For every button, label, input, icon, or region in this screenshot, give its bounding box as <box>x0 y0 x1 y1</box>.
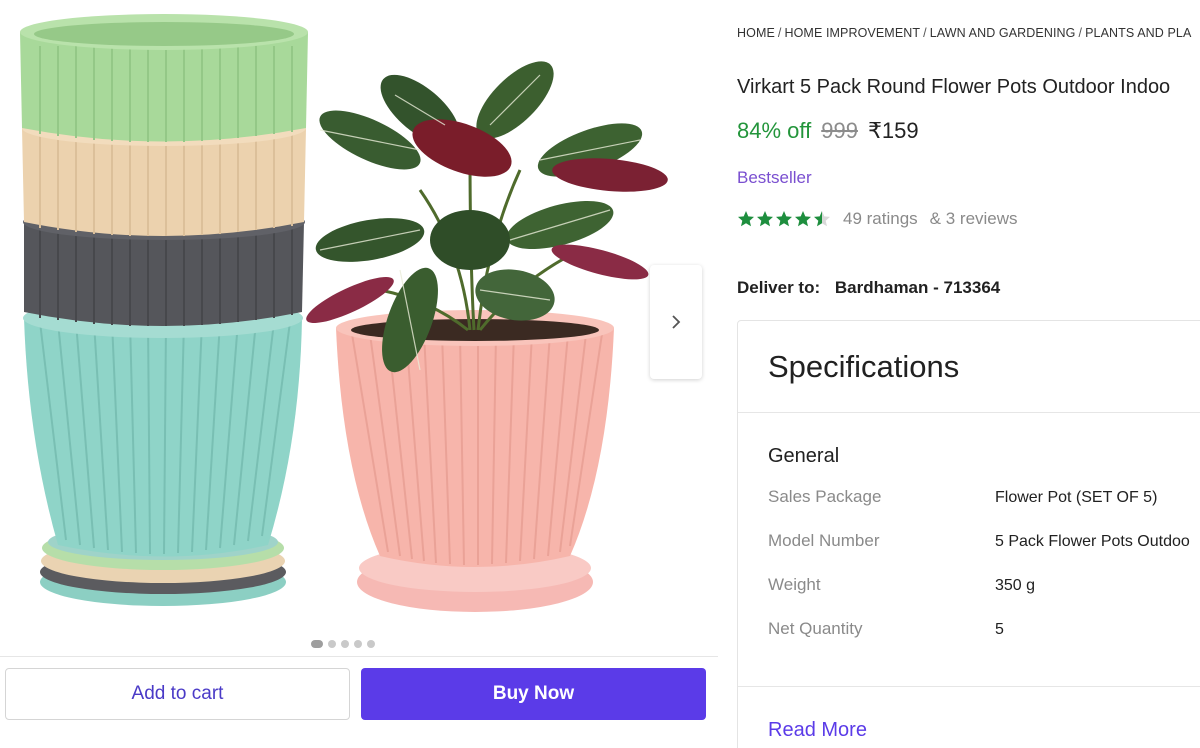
price-row: 84% off 999 ₹159 <box>737 118 919 144</box>
breadcrumb-item-home[interactable]: Home <box>737 26 775 40</box>
spec-row: Sales Package Flower Pot (SET OF 5) <box>768 487 1200 511</box>
divider <box>738 412 1200 413</box>
buy-now-button[interactable]: Buy Now <box>361 668 706 720</box>
rating-row[interactable]: 49 ratings & 3 reviews <box>737 209 1018 229</box>
divider <box>738 686 1200 687</box>
product-title: Virkart 5 Pack Round Flower Pots Outdoor… <box>737 76 1171 98</box>
spec-value: Flower Pot (SET OF 5) <box>995 489 1158 506</box>
bestseller-badge: Bestseller <box>737 168 812 187</box>
breadcrumb-item-lawn-and-gardening[interactable]: Lawn and Gardening <box>930 26 1076 40</box>
reviews-count[interactable]: & 3 reviews <box>930 209 1018 229</box>
spec-row: Model Number 5 Pack Flower Pots Outdoo <box>768 531 1200 555</box>
image-pagination-dots <box>311 640 375 648</box>
star-icon <box>738 211 754 227</box>
pagination-dot[interactable] <box>354 640 362 648</box>
spec-key: Model Number <box>768 531 880 550</box>
breadcrumb-item-plants[interactable]: Plants and Pla <box>1085 26 1191 40</box>
chevron-right-icon <box>672 315 681 329</box>
original-price: 999 <box>821 118 858 143</box>
product-image-gallery[interactable] <box>0 0 718 655</box>
spec-value: 5 <box>995 621 1004 638</box>
next-image-button[interactable] <box>650 265 702 379</box>
ratings-count[interactable]: 49 ratings <box>843 209 918 229</box>
spec-value: 350 g <box>995 577 1036 594</box>
add-to-cart-button[interactable]: Add to cart <box>5 668 350 720</box>
pagination-dot[interactable] <box>328 640 336 648</box>
delivery-location[interactable]: Deliver to: Bardhaman - 713364 <box>737 278 1000 298</box>
star-rating <box>737 210 831 228</box>
spec-row: Weight 350 g <box>768 575 1200 599</box>
spec-key: Weight <box>768 575 821 594</box>
specifications-card: Specifications General Sales Package Flo… <box>737 320 1200 748</box>
deliver-to-label: Deliver to: <box>737 278 821 297</box>
star-icon <box>795 211 811 227</box>
pagination-dot-active[interactable] <box>311 640 323 648</box>
spec-key: Sales Package <box>768 487 882 506</box>
star-icon <box>757 211 773 227</box>
spec-group-title: General <box>768 445 840 467</box>
delivery-pincode[interactable]: Bardhaman - 713364 <box>835 278 1000 297</box>
breadcrumb: Home / Home Improvement / Lawn and Gardening… <box>737 26 1192 40</box>
star-icon <box>776 211 792 227</box>
selling-price: ₹159 <box>867 118 919 143</box>
spec-value: 5 Pack Flower Pots Outdoo <box>995 533 1190 550</box>
breadcrumb-item-home-improvement[interactable]: Home Improvement <box>784 26 920 40</box>
pagination-dot[interactable] <box>341 640 349 648</box>
product-details: Home / Home Improvement / Lawn and Gardening… <box>737 0 1200 748</box>
pagination-dot[interactable] <box>367 640 375 648</box>
spec-row: Net Quantity 5 <box>768 619 1200 643</box>
read-more-link[interactable]: Read More <box>768 719 867 742</box>
specifications-heading: Specifications <box>768 349 960 384</box>
product-image[interactable] <box>0 0 718 655</box>
spec-key: Net Quantity <box>768 619 863 638</box>
star-icon <box>814 211 830 227</box>
discount-percent: 84% off <box>737 118 812 143</box>
purchase-action-bar: Add to cart Buy Now <box>0 656 718 748</box>
